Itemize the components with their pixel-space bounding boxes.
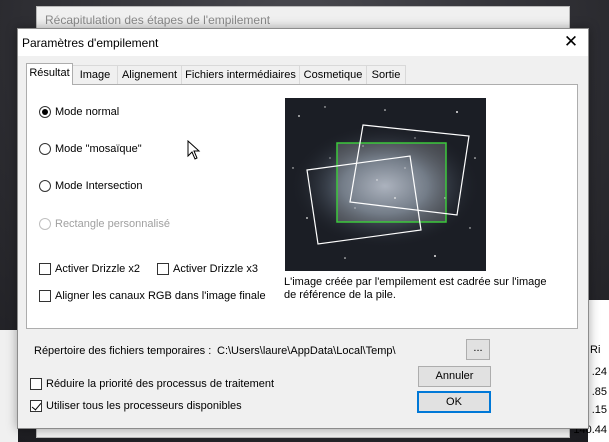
- drizzle-x3-label: Activer Drizzle x3: [173, 263, 258, 275]
- custom-rectangle-label: Rectangle personnalisé: [55, 218, 170, 230]
- drizzle-x2-label: Activer Drizzle x2: [55, 263, 140, 275]
- checkbox-indicator: [39, 290, 51, 302]
- tab-image[interactable]: Image: [72, 65, 118, 84]
- tab-resultat[interactable]: Résultat: [26, 63, 73, 85]
- close-icon[interactable]: ✕: [554, 29, 588, 56]
- reduce-priority-label: Réduire la priorité des processus de tra…: [46, 378, 275, 390]
- reduce-priority-checkbox[interactable]: Réduire la priorité des processus de tra…: [30, 378, 274, 390]
- radio-indicator: [39, 143, 51, 155]
- align-rgb-label: Aligner les canaux RGB dans l'image fina…: [55, 290, 266, 302]
- tab-alignement[interactable]: Alignement: [117, 65, 182, 84]
- mode-normal-radio[interactable]: Mode normal: [39, 106, 119, 118]
- mouse-cursor-icon: [187, 140, 201, 160]
- temp-dir-path: C:\Users\laure\AppData\Local\Temp\: [217, 345, 396, 357]
- mode-normal-label: Mode normal: [55, 106, 120, 118]
- checkbox-indicator: [30, 400, 42, 412]
- mode-mosaic-label: Mode "mosaïque": [55, 143, 142, 155]
- mode-intersection-label: Mode Intersection: [55, 180, 143, 192]
- stacking-settings-dialog: Paramètres d'empilement ✕ Résultat Image…: [17, 28, 589, 429]
- mode-intersection-radio[interactable]: Mode Intersection: [39, 180, 142, 192]
- background-right-strip: .24 .85 .15 140.44: [573, 300, 609, 442]
- radio-indicator: [39, 180, 51, 192]
- preview-caption: L'image créée par l'empilement est cadré…: [284, 276, 547, 301]
- use-all-cpus-checkbox[interactable]: Utiliser tous les processeurs disponible…: [30, 400, 242, 412]
- custom-rectangle-radio: Rectangle personnalisé: [39, 218, 170, 230]
- checkbox-indicator: [39, 263, 51, 275]
- checkbox-indicator: [30, 378, 42, 390]
- temp-dir-label: Répertoire des fichiers temporaires :: [34, 345, 212, 357]
- dialog-titlebar: Paramètres d'empilement ✕: [18, 29, 588, 56]
- stacking-preview-image: [285, 98, 486, 271]
- background-value: .85: [591, 386, 607, 398]
- drizzle-x2-checkbox[interactable]: Activer Drizzle x2: [39, 263, 140, 275]
- ok-button[interactable]: OK: [417, 391, 491, 413]
- background-value: .24: [591, 366, 607, 378]
- cancel-button[interactable]: Annuler: [418, 366, 491, 387]
- dialog-title: Paramètres d'empilement: [22, 36, 159, 50]
- mode-mosaic-radio[interactable]: Mode "mosaïque": [39, 143, 142, 155]
- tab-fichiers-intermediaires[interactable]: Fichiers intermédiaires: [181, 65, 300, 84]
- tab-panel-resultat: Mode normal Mode "mosaïque" Mode Interse…: [26, 84, 578, 329]
- tab-cosmetique[interactable]: Cosmetique: [299, 65, 367, 84]
- radio-indicator: [39, 106, 51, 118]
- background-value: .15: [591, 404, 607, 416]
- background-left-strip: [0, 330, 18, 442]
- background-window-title: Récapitulation des étapes de l'empilemen…: [45, 13, 271, 27]
- align-rgb-checkbox[interactable]: Aligner les canaux RGB dans l'image fina…: [39, 290, 266, 302]
- browse-button[interactable]: ...: [466, 339, 490, 360]
- preview-illustration: [285, 98, 486, 271]
- checkbox-indicator: [157, 263, 169, 275]
- drizzle-x3-checkbox[interactable]: Activer Drizzle x3: [157, 263, 258, 275]
- background-column-header: Ri: [590, 344, 601, 356]
- tab-sortie[interactable]: Sortie: [366, 65, 406, 84]
- use-all-cpus-label: Utiliser tous les processeurs disponible…: [46, 400, 242, 412]
- radio-indicator: [39, 218, 51, 230]
